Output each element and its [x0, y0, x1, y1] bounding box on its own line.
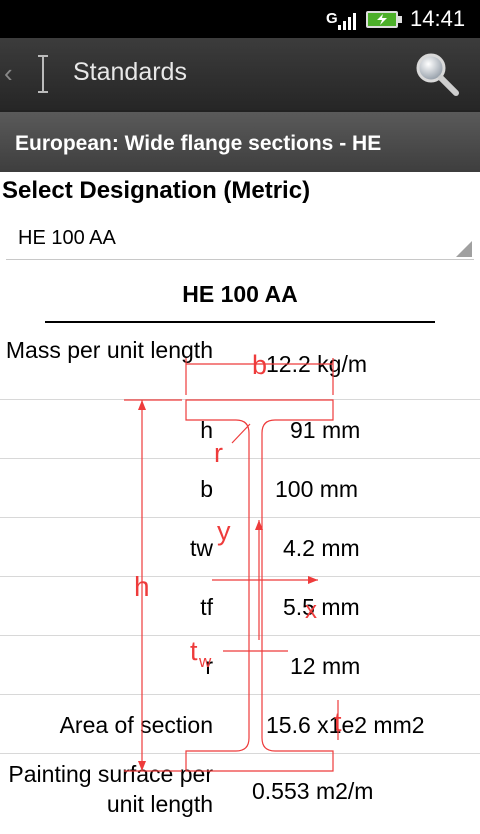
property-label: tw — [190, 535, 213, 561]
section-title: European: Wide flange sections - HE — [15, 132, 382, 155]
chevron-left-icon[interactable]: ‹ — [4, 58, 13, 89]
title-divider — [45, 321, 435, 323]
property-row-tw: tw 4.2 mm — [0, 518, 480, 577]
property-row-area: Area of section 15.6 x1e2 mm2 — [0, 695, 480, 754]
property-label: b — [200, 476, 213, 502]
action-bar: ‹ Standards — [0, 38, 480, 110]
property-row-tf: tf 5.5 mm — [0, 577, 480, 636]
app-title: Standards — [73, 58, 187, 86]
status-bar: G 14:41 — [0, 0, 480, 38]
property-label: h — [200, 417, 213, 443]
property-row-b: b 100 mm — [0, 459, 480, 518]
section-header: European: Wide flange sections - HE — [0, 110, 480, 172]
property-value: 100 mm — [275, 476, 359, 502]
property-value: 4.2 mm — [283, 535, 360, 561]
select-designation-label: Select Designation (Metric) — [2, 177, 311, 204]
property-label: Painting surface per unit length — [8, 761, 213, 817]
property-row-painting: Painting surface per unit length 0.553 m… — [0, 754, 480, 834]
property-label: tf — [200, 594, 213, 620]
property-value: 0.553 m2/m — [252, 778, 374, 804]
property-value: 5.5 mm — [283, 594, 360, 620]
network-type: G — [326, 10, 338, 27]
designation-title: HE 100 AA — [182, 281, 298, 307]
search-icon[interactable] — [412, 50, 460, 98]
signal-icon — [338, 13, 356, 30]
property-label: Mass per unit length — [5, 337, 213, 363]
text-cursor-icon — [38, 55, 48, 93]
dropdown-arrow-icon — [456, 241, 472, 257]
property-row-h: h 91 mm — [0, 400, 480, 459]
designation-dropdown[interactable]: HE 100 AA — [6, 220, 474, 260]
property-row-r: r 12 mm — [0, 636, 480, 695]
property-value: 12 mm — [290, 653, 361, 679]
clock: 14:41 — [410, 6, 466, 31]
battery-icon — [366, 11, 402, 28]
dropdown-selected-value: HE 100 AA — [18, 227, 116, 249]
property-value: 12.2 kg/m — [266, 351, 367, 377]
property-label: Area of section — [59, 712, 213, 738]
property-label: r — [205, 653, 213, 679]
property-value: 91 mm — [290, 417, 361, 443]
property-row-mass: Mass per unit length 12.2 kg/m — [0, 325, 480, 400]
property-value: 15.6 x1e2 mm2 — [266, 712, 425, 738]
